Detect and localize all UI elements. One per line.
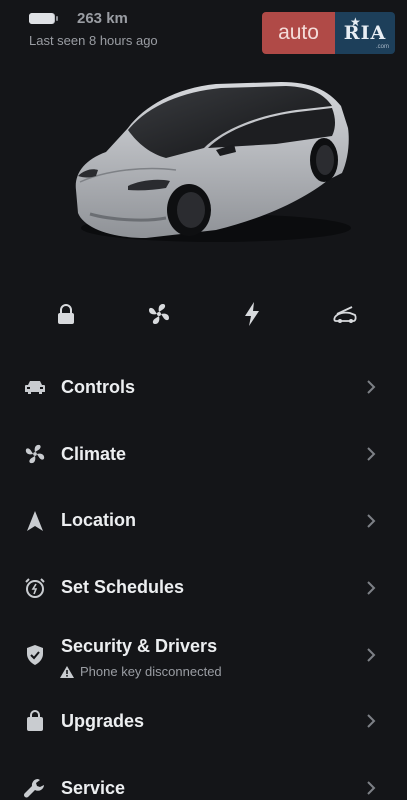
chevron-right-icon bbox=[366, 712, 380, 730]
chevron-right-icon bbox=[366, 646, 380, 664]
chevron-right-icon bbox=[366, 779, 380, 797]
logo-com-text: .com bbox=[375, 44, 389, 50]
shopping-bag-icon bbox=[23, 709, 47, 733]
menu-item-label: Set Schedules bbox=[61, 577, 185, 598]
wrench-icon bbox=[23, 776, 47, 800]
car-icon bbox=[23, 375, 47, 399]
chevron-right-icon bbox=[366, 579, 380, 597]
chevron-right-icon bbox=[366, 378, 380, 396]
warning-icon bbox=[60, 665, 74, 678]
chevron-right-icon bbox=[366, 445, 380, 463]
menu-item-location[interactable]: Location bbox=[0, 488, 407, 555]
frunk-quick-button[interactable] bbox=[331, 300, 359, 328]
bolt-icon bbox=[245, 302, 259, 326]
battery-icon bbox=[29, 12, 58, 24]
menu-item-service[interactable]: Service bbox=[0, 755, 407, 800]
shield-icon bbox=[23, 643, 47, 667]
menu-item-set-schedules[interactable]: Set Schedules bbox=[0, 554, 407, 621]
menu-item-label: Location bbox=[61, 510, 136, 531]
menu-item-label: Upgrades bbox=[61, 710, 145, 731]
autoria-logo: auto ★ RIA .com bbox=[262, 12, 395, 54]
menu-item-controls[interactable]: Controls bbox=[0, 354, 407, 421]
alarm-clock-icon bbox=[23, 576, 47, 600]
star-icon: ★ bbox=[350, 15, 361, 29]
menu-item-upgrades[interactable]: Upgrades bbox=[0, 688, 407, 755]
menu-item-label: Controls bbox=[61, 376, 135, 397]
menu-item-label: Service bbox=[61, 777, 126, 798]
vehicle-menu: Controls Climate Location Set Schedules bbox=[0, 354, 407, 800]
lock-button[interactable] bbox=[52, 300, 80, 328]
logo-auto-text: auto bbox=[262, 12, 335, 54]
menu-item-label: Security & Drivers bbox=[61, 636, 218, 657]
frunk-icon bbox=[333, 306, 357, 323]
menu-item-security-drivers[interactable]: Security & Drivers Phone key disconnecte… bbox=[0, 621, 407, 688]
car-image bbox=[75, 82, 351, 242]
menu-item-label: Climate bbox=[61, 443, 127, 464]
fan-icon bbox=[23, 442, 47, 466]
climate-quick-button[interactable] bbox=[145, 300, 173, 328]
lock-icon bbox=[58, 304, 74, 324]
fan-icon bbox=[149, 304, 169, 324]
range-row: 263 km bbox=[29, 8, 158, 28]
battery-fill bbox=[29, 12, 54, 24]
charge-quick-button[interactable] bbox=[238, 300, 266, 328]
phone-key-status-text: Phone key disconnected bbox=[80, 664, 222, 680]
vehicle-status-header: 263 km Last seen 8 hours ago bbox=[29, 8, 158, 48]
vehicle-app-screen: 263 km Last seen 8 hours ago auto ★ RIA … bbox=[0, 0, 407, 800]
navigation-arrow-icon bbox=[23, 509, 47, 533]
range-value: 263 km bbox=[77, 9, 128, 27]
last-seen-text: Last seen 8 hours ago bbox=[29, 33, 158, 48]
logo-ria-block: ★ RIA .com bbox=[335, 12, 395, 54]
phone-key-status: Phone key disconnected bbox=[60, 664, 222, 679]
chevron-right-icon bbox=[366, 512, 380, 530]
menu-item-climate[interactable]: Climate bbox=[0, 421, 407, 488]
quick-actions bbox=[0, 300, 407, 328]
